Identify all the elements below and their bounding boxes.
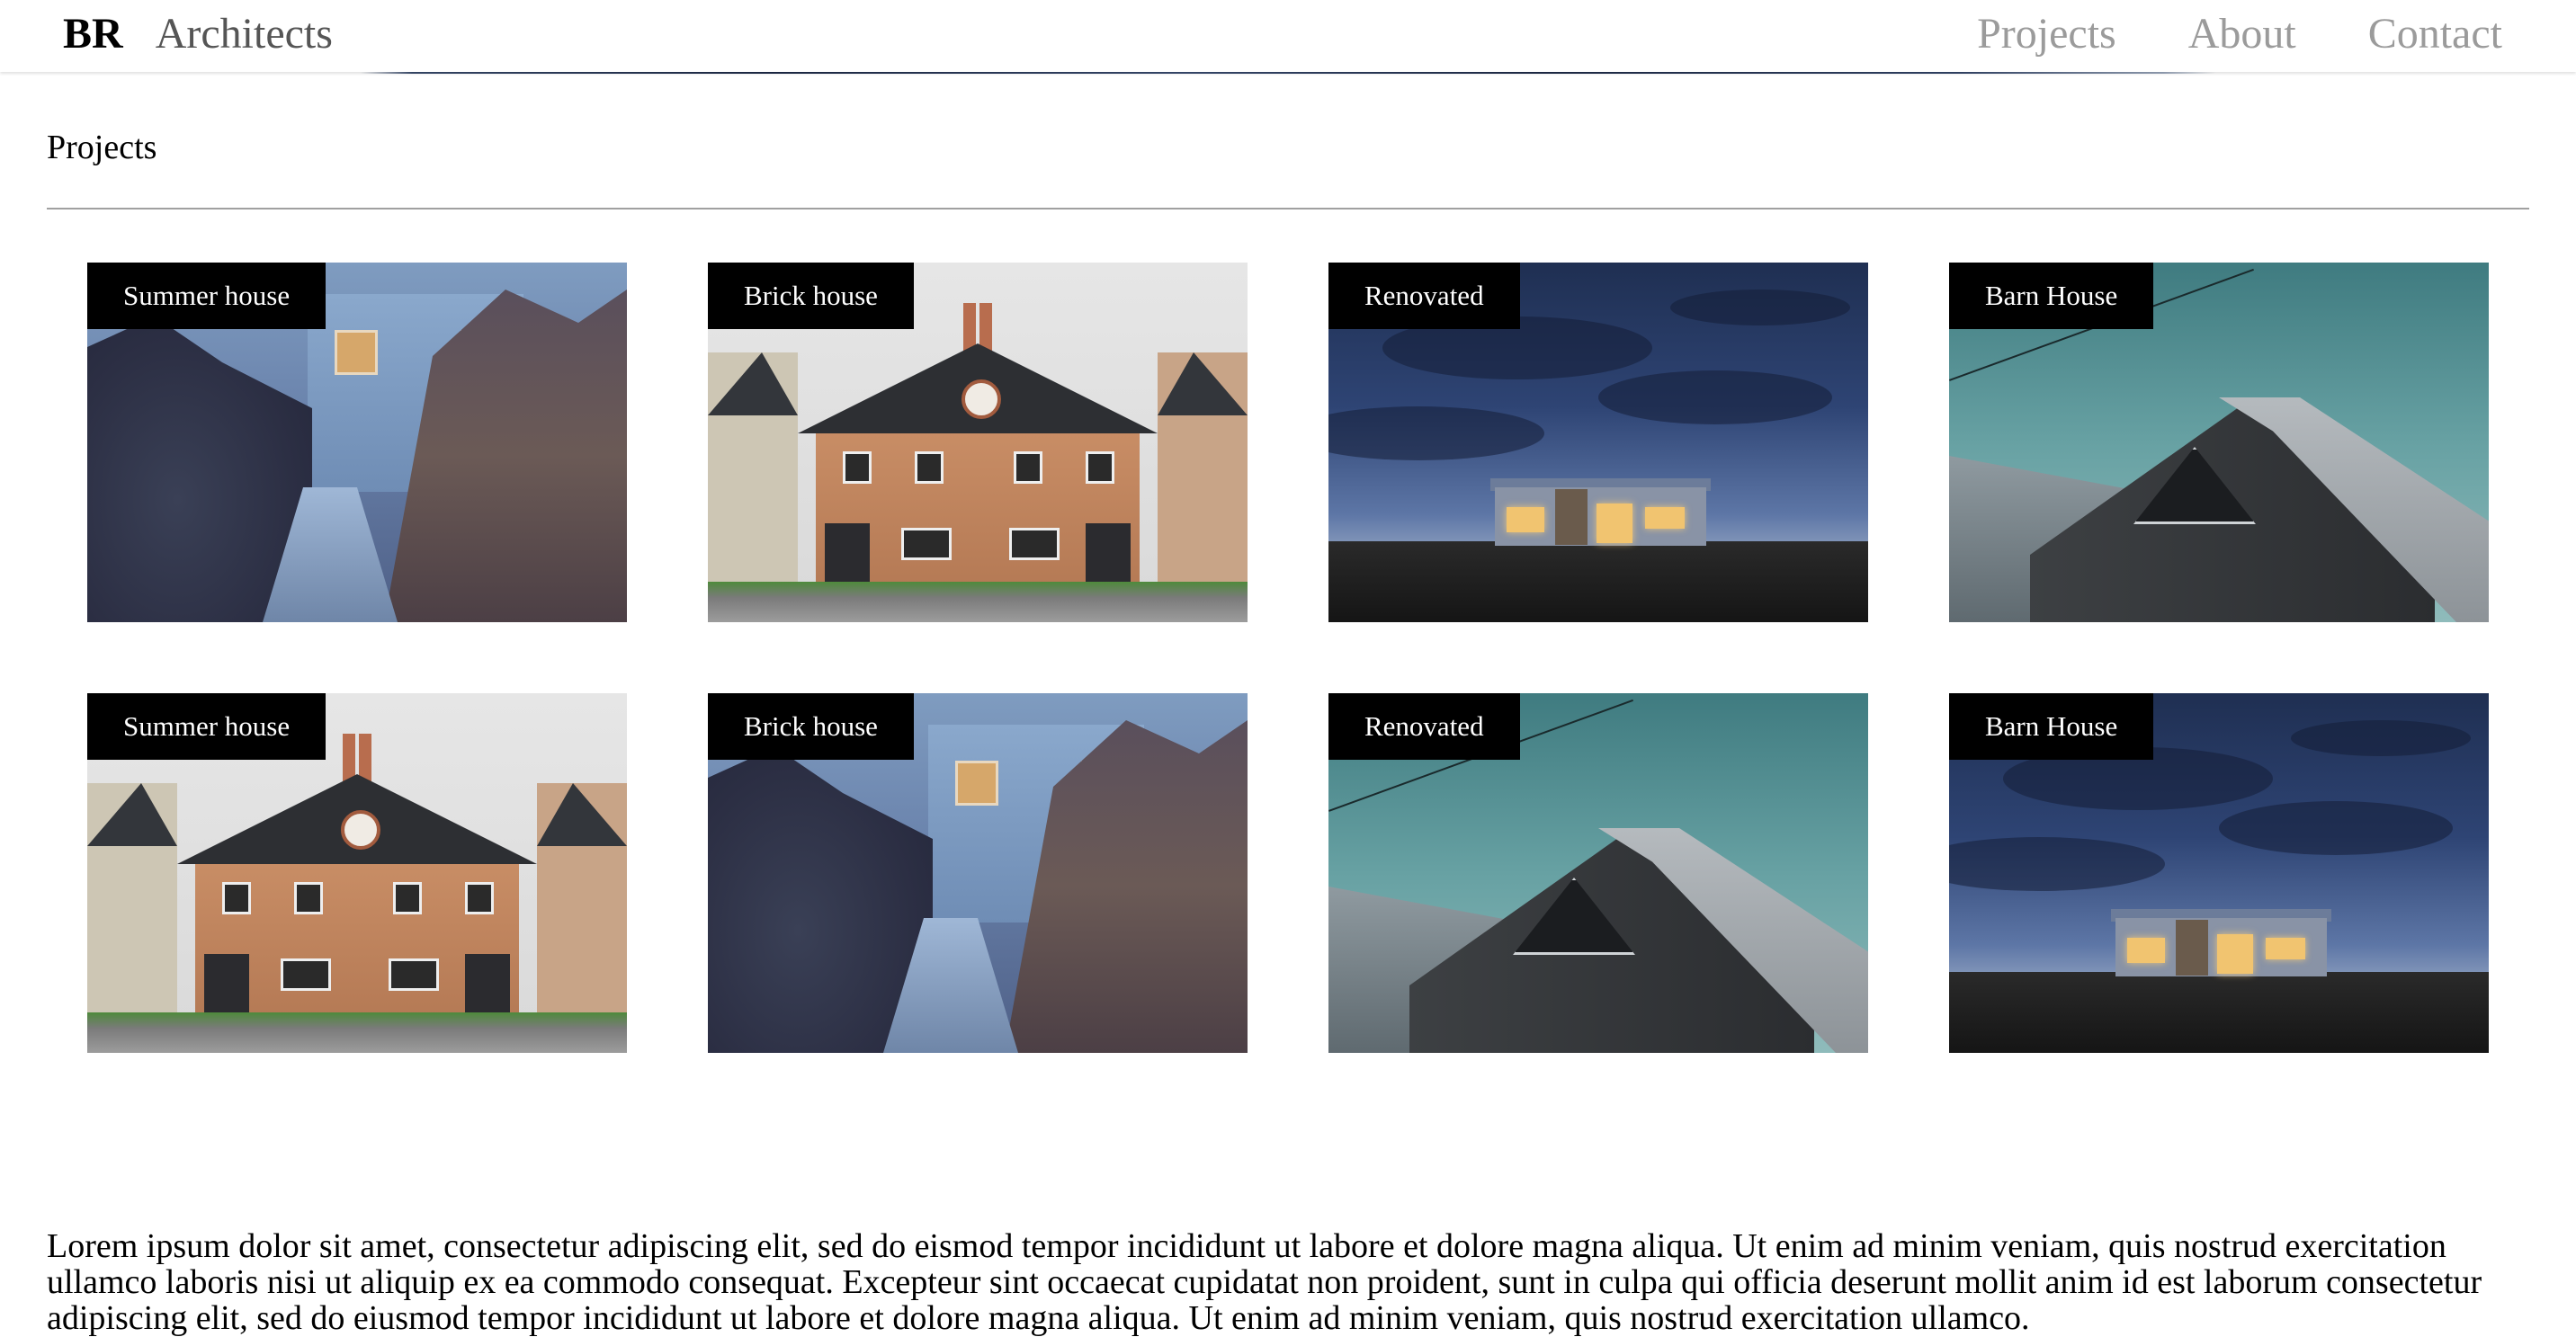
project-label: Renovated bbox=[1328, 693, 1520, 760]
project-card[interactable]: Brick house bbox=[708, 263, 1248, 622]
nav-link-contact[interactable]: Contact bbox=[2368, 7, 2502, 61]
nav-link-projects[interactable]: Projects bbox=[1977, 7, 2116, 61]
project-card[interactable]: Renovated bbox=[1328, 693, 1868, 1053]
project-card[interactable]: Barn House bbox=[1949, 693, 2489, 1053]
project-card[interactable]: Renovated bbox=[1328, 263, 1868, 622]
project-card[interactable]: Brick house bbox=[708, 693, 1248, 1053]
project-card[interactable]: Barn House bbox=[1949, 263, 2489, 622]
project-card[interactable]: Summer house bbox=[87, 693, 627, 1053]
brand-logo[interactable]: BR Architects bbox=[63, 7, 333, 61]
project-label: Brick house bbox=[708, 693, 914, 760]
project-label: Brick house bbox=[708, 263, 914, 329]
brand-mark: BR bbox=[63, 10, 123, 58]
project-label: Barn House bbox=[1949, 693, 2154, 760]
project-label: Summer house bbox=[87, 263, 326, 329]
intro-paragraph: Lorem ipsum dolor sit amet, consectetur … bbox=[47, 1227, 2482, 1337]
project-label: Renovated bbox=[1328, 263, 1520, 329]
main-nav: Projects About Contact bbox=[1977, 7, 2502, 61]
project-card[interactable]: Summer house bbox=[87, 263, 627, 622]
section-title: Projects bbox=[47, 129, 157, 166]
project-label: Barn House bbox=[1949, 263, 2154, 329]
project-label: Summer house bbox=[87, 693, 326, 760]
section-divider bbox=[47, 208, 2529, 209]
brand-name: Architects bbox=[155, 10, 333, 58]
nav-link-about[interactable]: About bbox=[2188, 7, 2296, 61]
top-navigation-bar: BR Architects Projects About Contact bbox=[0, 0, 2576, 72]
